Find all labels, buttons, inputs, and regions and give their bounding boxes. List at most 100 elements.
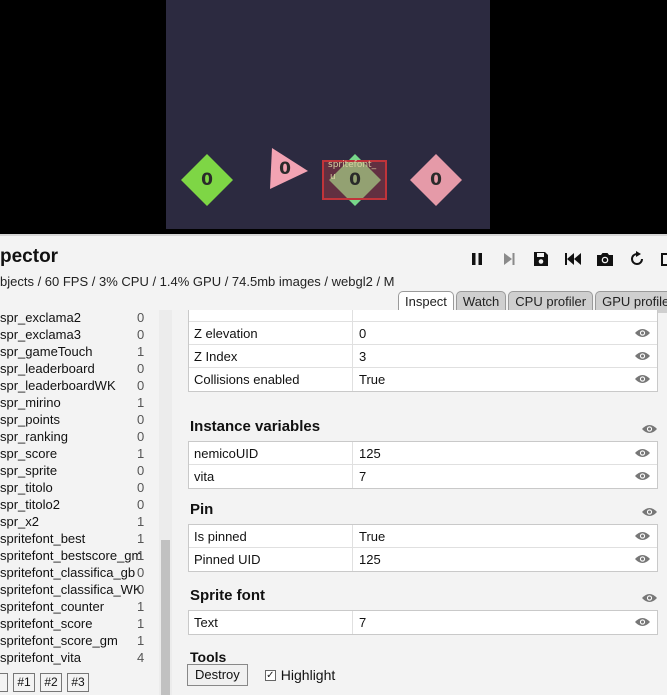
table-row: Z Index 3 — [189, 345, 657, 368]
property-value[interactable]: 125 — [352, 442, 657, 464]
list-item[interactable]: spritefont_vita 4 — [0, 650, 160, 667]
property-key: nemicoUID — [194, 446, 259, 461]
object-count: 1 — [137, 599, 145, 614]
camera-icon[interactable] — [594, 248, 616, 270]
watch-eye-icon[interactable] — [634, 470, 651, 482]
watch-eye-icon[interactable] — [634, 327, 651, 339]
list-item[interactable]: spr_exclama2 0 — [0, 310, 160, 327]
watch-eye-icon[interactable] — [634, 447, 651, 459]
object-name: spr_titolo — [0, 480, 53, 495]
watch-eye-icon[interactable] — [634, 350, 651, 362]
list-item[interactable]: spritefont_best 1 — [0, 531, 160, 548]
list-item[interactable]: spritefont_score_gm 1 — [0, 633, 160, 650]
page-buttons: 0 #1 #2 #3 — [0, 673, 89, 692]
inspector-panel: pector bjects / 60 FPS / 3% CPU / 1.4% G… — [0, 234, 667, 695]
page-button-3[interactable]: #3 — [67, 673, 89, 692]
list-item[interactable]: spr_leaderboardWK 0 — [0, 378, 160, 395]
list-item[interactable]: spritefont_score 1 — [0, 616, 160, 633]
watch-eye-icon[interactable] — [641, 592, 658, 604]
object-name: spr_score — [0, 446, 58, 461]
page-button-2[interactable]: #2 — [40, 673, 62, 692]
property-value[interactable]: 7 — [352, 611, 657, 634]
object-list-scrollbar[interactable] — [159, 310, 172, 695]
selection-object-label: spritefont_ — [328, 160, 377, 170]
object-count: 0 — [137, 327, 145, 342]
list-item[interactable]: spr_gameTouch 1 — [0, 344, 160, 361]
scrollbar-thumb[interactable] — [161, 540, 170, 695]
watch-eye-icon[interactable] — [634, 553, 651, 565]
page-button-1[interactable]: #1 — [13, 673, 35, 692]
property-value[interactable]: 0 — [352, 322, 657, 344]
instance-variables-table: nemicoUID 125 vita 7 — [188, 441, 658, 489]
object-count: 1 — [137, 616, 145, 631]
list-item[interactable]: spr_x2 1 — [0, 514, 160, 531]
sprite-diamond-green[interactable]: 0 — [180, 153, 234, 207]
reload-icon[interactable] — [626, 248, 648, 270]
watch-eye-icon[interactable] — [641, 423, 658, 435]
watch-eye-icon[interactable] — [641, 506, 658, 518]
external-icon[interactable] — [658, 248, 667, 270]
list-item[interactable]: spr_mirino 1 — [0, 395, 160, 412]
property-key: Is pinned — [194, 529, 247, 544]
watch-eye-icon[interactable] — [634, 616, 651, 628]
save-icon[interactable] — [530, 248, 552, 270]
object-count: 0 — [137, 412, 145, 427]
list-item[interactable]: spr_titolo 0 — [0, 480, 160, 497]
object-count: 0 — [137, 480, 145, 495]
highlight-label: Highlight — [280, 667, 336, 683]
list-item[interactable]: spr_score 1 — [0, 446, 160, 463]
list-item[interactable]: spr_titolo2 0 — [0, 497, 160, 514]
list-item[interactable]: spr_points 0 — [0, 412, 160, 429]
object-count: 0 — [137, 361, 145, 376]
property-value[interactable]: 7 — [352, 465, 657, 488]
object-name: spr_gameTouch — [0, 344, 93, 359]
list-item[interactable]: spr_leaderboard 0 — [0, 361, 160, 378]
list-item[interactable]: spr_ranking 0 — [0, 429, 160, 446]
property-value[interactable]: 125 — [352, 548, 657, 571]
list-item[interactable]: spritefont_classifica_gb 0 — [0, 565, 160, 582]
object-count: 1 — [137, 446, 145, 461]
object-count: 0 — [137, 497, 145, 512]
highlight-checkbox[interactable]: ✓ — [264, 669, 276, 681]
object-count: 1 — [137, 514, 145, 529]
property-key: Z Index — [194, 349, 238, 364]
list-item[interactable]: spr_sprite 0 — [0, 463, 160, 480]
object-name: spr_leaderboardWK — [0, 378, 116, 393]
property-value[interactable]: 3 — [352, 345, 657, 367]
page-button-0[interactable]: 0 — [0, 673, 8, 692]
object-count: 0 — [137, 565, 145, 580]
property-key: vita — [194, 469, 215, 484]
skip-back-icon[interactable] — [562, 248, 584, 270]
object-list: spr_exclama2 0 spr_exclama3 0 spr_gameTouc… — [0, 310, 160, 667]
sprite-triangle-pink[interactable]: 0 — [268, 147, 310, 191]
list-item[interactable]: spr_exclama3 0 — [0, 327, 160, 344]
sprite-font-table: Text 7 — [188, 610, 658, 635]
object-name: spritefont_counter — [0, 599, 105, 614]
object-count: 0 — [137, 310, 145, 325]
object-name: spr_mirino — [0, 395, 61, 410]
list-item[interactable]: spritefont_classifica_WK 0 — [0, 582, 160, 599]
sprite-label: 0 — [430, 170, 442, 190]
step-icon[interactable] — [498, 248, 520, 270]
table-row — [189, 310, 657, 322]
property-key: Pinned UID — [194, 552, 261, 567]
sprite-label: 0 — [279, 159, 291, 179]
watch-eye-icon[interactable] — [634, 373, 651, 385]
object-count: 0 — [137, 378, 145, 393]
table-row: Collisions enabled True — [189, 368, 657, 391]
property-value[interactable]: True — [352, 368, 657, 391]
property-value[interactable]: True — [352, 525, 657, 547]
property-key: Collisions enabled — [194, 372, 300, 387]
object-name: spritefont_vita — [0, 650, 81, 665]
list-item[interactable]: spritefont_bestscore_gm 1 — [0, 548, 160, 565]
list-item[interactable]: spritefont_counter 1 — [0, 599, 160, 616]
sprite-diamond-pink[interactable]: 0 — [409, 153, 463, 207]
destroy-button[interactable]: Destroy — [187, 664, 248, 686]
object-name: spr_sprite — [0, 463, 58, 478]
property-key: Z elevation — [194, 326, 258, 341]
app-root: 0 0 0 spritefont_ u 0 pector bjects / 60… — [0, 0, 667, 695]
pause-icon[interactable] — [466, 248, 488, 270]
watch-eye-icon[interactable] — [634, 530, 651, 542]
property-value[interactable] — [352, 310, 657, 321]
object-name: spritefont_bestscore_gm — [0, 548, 143, 563]
